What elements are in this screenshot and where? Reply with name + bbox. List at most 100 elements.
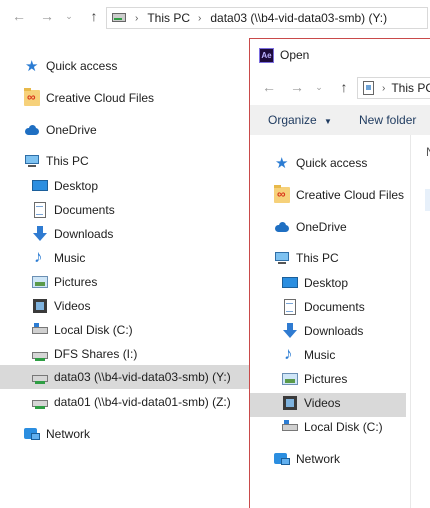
nav-item-network[interactable]: Network — [274, 448, 340, 470]
dialog-title: Open — [280, 48, 310, 62]
network-drive-icon — [32, 394, 48, 410]
file-list-row[interactable] — [425, 189, 430, 211]
nav-item-music[interactable]: Music — [282, 344, 335, 366]
up-arrow-icon[interactable]: ↑ — [87, 9, 101, 23]
nav-item-label: Videos — [54, 299, 91, 313]
nav-item-label: Documents — [54, 203, 115, 217]
nav-item-pictures[interactable]: Pictures — [282, 368, 347, 390]
network-drive-icon — [111, 10, 127, 26]
star-icon — [24, 57, 40, 75]
network-icon — [24, 426, 40, 442]
nav-item-label: data03 (\\b4-vid-data03-smb) (Y:) — [54, 370, 231, 384]
breadcrumb-this-pc[interactable]: This PC — [391, 81, 430, 95]
nav-item-creative-cloud-files[interactable]: Creative Cloud Files — [274, 184, 404, 206]
nav-item-label: DFS Shares (I:) — [54, 347, 138, 361]
local-disk-icon — [32, 322, 48, 338]
breadcrumb-separator-icon[interactable]: › — [198, 13, 201, 24]
dialog-title-bar[interactable]: Ae Open — [250, 39, 430, 71]
music-icon — [282, 344, 298, 364]
back-arrow-icon[interactable]: ← — [262, 80, 276, 94]
computer-icon — [24, 153, 40, 169]
creative-cloud-folder-icon — [24, 88, 40, 106]
videos-icon — [32, 298, 48, 314]
documents-icon — [282, 299, 298, 315]
nav-item-music[interactable]: Music — [32, 247, 85, 269]
new-folder-button[interactable]: New folder — [359, 113, 416, 127]
nav-item-network[interactable]: Network — [24, 423, 90, 445]
nav-item-desktop[interactable]: Desktop — [32, 175, 98, 197]
breadcrumb-current-folder[interactable]: data03 (\\b4-vid-data03-smb) (Y:) — [210, 11, 387, 25]
nav-item-quick-access[interactable]: Quick access — [24, 55, 117, 77]
nav-item-this-pc[interactable]: This PC — [24, 150, 89, 172]
nav-item-local-disk-c[interactable]: Local Disk (C:) — [32, 319, 133, 341]
nav-item-label: data01 (\\b4-vid-data01-smb) (Z:) — [54, 395, 231, 409]
after-effects-app-icon: Ae — [259, 48, 274, 63]
videos-icon — [282, 395, 298, 411]
nav-item-label: Local Disk (C:) — [304, 420, 383, 434]
nav-item-label: Music — [304, 348, 336, 362]
nav-item-label: Desktop — [54, 179, 99, 193]
nav-item-label: Quick access — [46, 59, 118, 73]
nav-item-label: Creative Cloud Files — [296, 188, 405, 202]
back-arrow-icon[interactable]: ← — [12, 9, 26, 23]
dialog-address-bar[interactable]: › This PC — [357, 77, 430, 99]
pane-splitter[interactable] — [410, 135, 411, 508]
nav-item-onedrive[interactable]: OneDrive — [274, 216, 347, 238]
download-icon — [282, 323, 298, 339]
nav-item-label: Music — [54, 251, 86, 265]
local-disk-icon — [282, 419, 298, 435]
network-icon — [274, 451, 290, 467]
nav-item-data03[interactable]: data03 (\\b4-vid-data03-smb) (Y:) — [32, 366, 231, 388]
dropdown-arrow-icon: ▼ — [324, 117, 332, 126]
nav-item-creative-cloud-files[interactable]: Creative Cloud Files — [24, 87, 154, 109]
recent-locations-chevron-icon[interactable]: ⌄ — [62, 9, 76, 23]
dialog-navigation-bar: ← → ⌄ ↑ › This PC — [250, 71, 430, 105]
nav-item-desktop[interactable]: Desktop — [282, 272, 348, 294]
nav-item-label: Documents — [304, 300, 365, 314]
nav-item-documents[interactable]: Documents — [32, 199, 115, 221]
forward-arrow-icon[interactable]: → — [290, 80, 304, 94]
nav-item-videos[interactable]: Videos — [282, 392, 340, 414]
this-pc-location-icon — [361, 80, 377, 96]
breadcrumb-this-pc[interactable]: This PC — [147, 11, 190, 25]
up-arrow-icon[interactable]: ↑ — [337, 80, 351, 94]
nav-item-data01[interactable]: data01 (\\b4-vid-data01-smb) (Z:) — [32, 391, 231, 413]
address-bar[interactable]: › This PC › data03 (\\b4-vid-data03-smb)… — [106, 7, 428, 29]
nav-item-label: Desktop — [304, 276, 349, 290]
nav-item-downloads[interactable]: Downloads — [32, 223, 113, 245]
nav-item-videos[interactable]: Videos — [32, 295, 90, 317]
forward-arrow-icon[interactable]: → — [40, 9, 54, 23]
nav-item-dfs-shares[interactable]: DFS Shares (I:) — [32, 343, 137, 365]
dialog-command-bar: Organize ▼ New folder — [250, 105, 430, 135]
nav-item-label: Network — [46, 427, 91, 441]
computer-icon — [274, 250, 290, 266]
nav-item-documents[interactable]: Documents — [282, 296, 365, 318]
creative-cloud-folder-icon — [274, 185, 290, 203]
nav-item-label: Pictures — [54, 275, 98, 289]
documents-icon — [32, 202, 48, 218]
download-icon — [32, 226, 48, 242]
nav-item-label: Downloads — [304, 324, 364, 338]
nav-item-label: Quick access — [296, 156, 368, 170]
nav-item-pictures[interactable]: Pictures — [32, 271, 97, 293]
recent-locations-chevron-icon[interactable]: ⌄ — [312, 80, 326, 94]
nav-item-quick-access[interactable]: Quick access — [274, 152, 367, 174]
pictures-icon — [32, 274, 48, 290]
breadcrumb-separator-icon[interactable]: › — [382, 83, 385, 94]
file-list-column-header[interactable]: N — [426, 145, 430, 159]
network-drive-icon — [32, 346, 48, 362]
nav-item-local-disk-c[interactable]: Local Disk (C:) — [282, 416, 383, 438]
nav-item-label: OneDrive — [46, 123, 97, 137]
organize-menu-button[interactable]: Organize ▼ — [268, 113, 332, 127]
nav-item-onedrive[interactable]: OneDrive — [24, 119, 97, 141]
nav-item-label: Downloads — [54, 227, 114, 241]
network-drive-icon — [32, 369, 48, 385]
nav-item-label: Network — [296, 452, 341, 466]
cloud-icon — [24, 122, 40, 138]
dialog-navigation-pane: Quick access Creative Cloud Files OneDri… — [250, 135, 410, 508]
explorer-navigation-bar: ← → ⌄ ↑ › This PC › data03 (\\b4-vid-dat… — [0, 0, 430, 38]
breadcrumb-separator-icon[interactable]: › — [135, 13, 138, 24]
nav-item-this-pc[interactable]: This PC — [274, 247, 339, 269]
nav-item-downloads[interactable]: Downloads — [282, 320, 363, 342]
nav-item-label: Local Disk (C:) — [54, 323, 133, 337]
